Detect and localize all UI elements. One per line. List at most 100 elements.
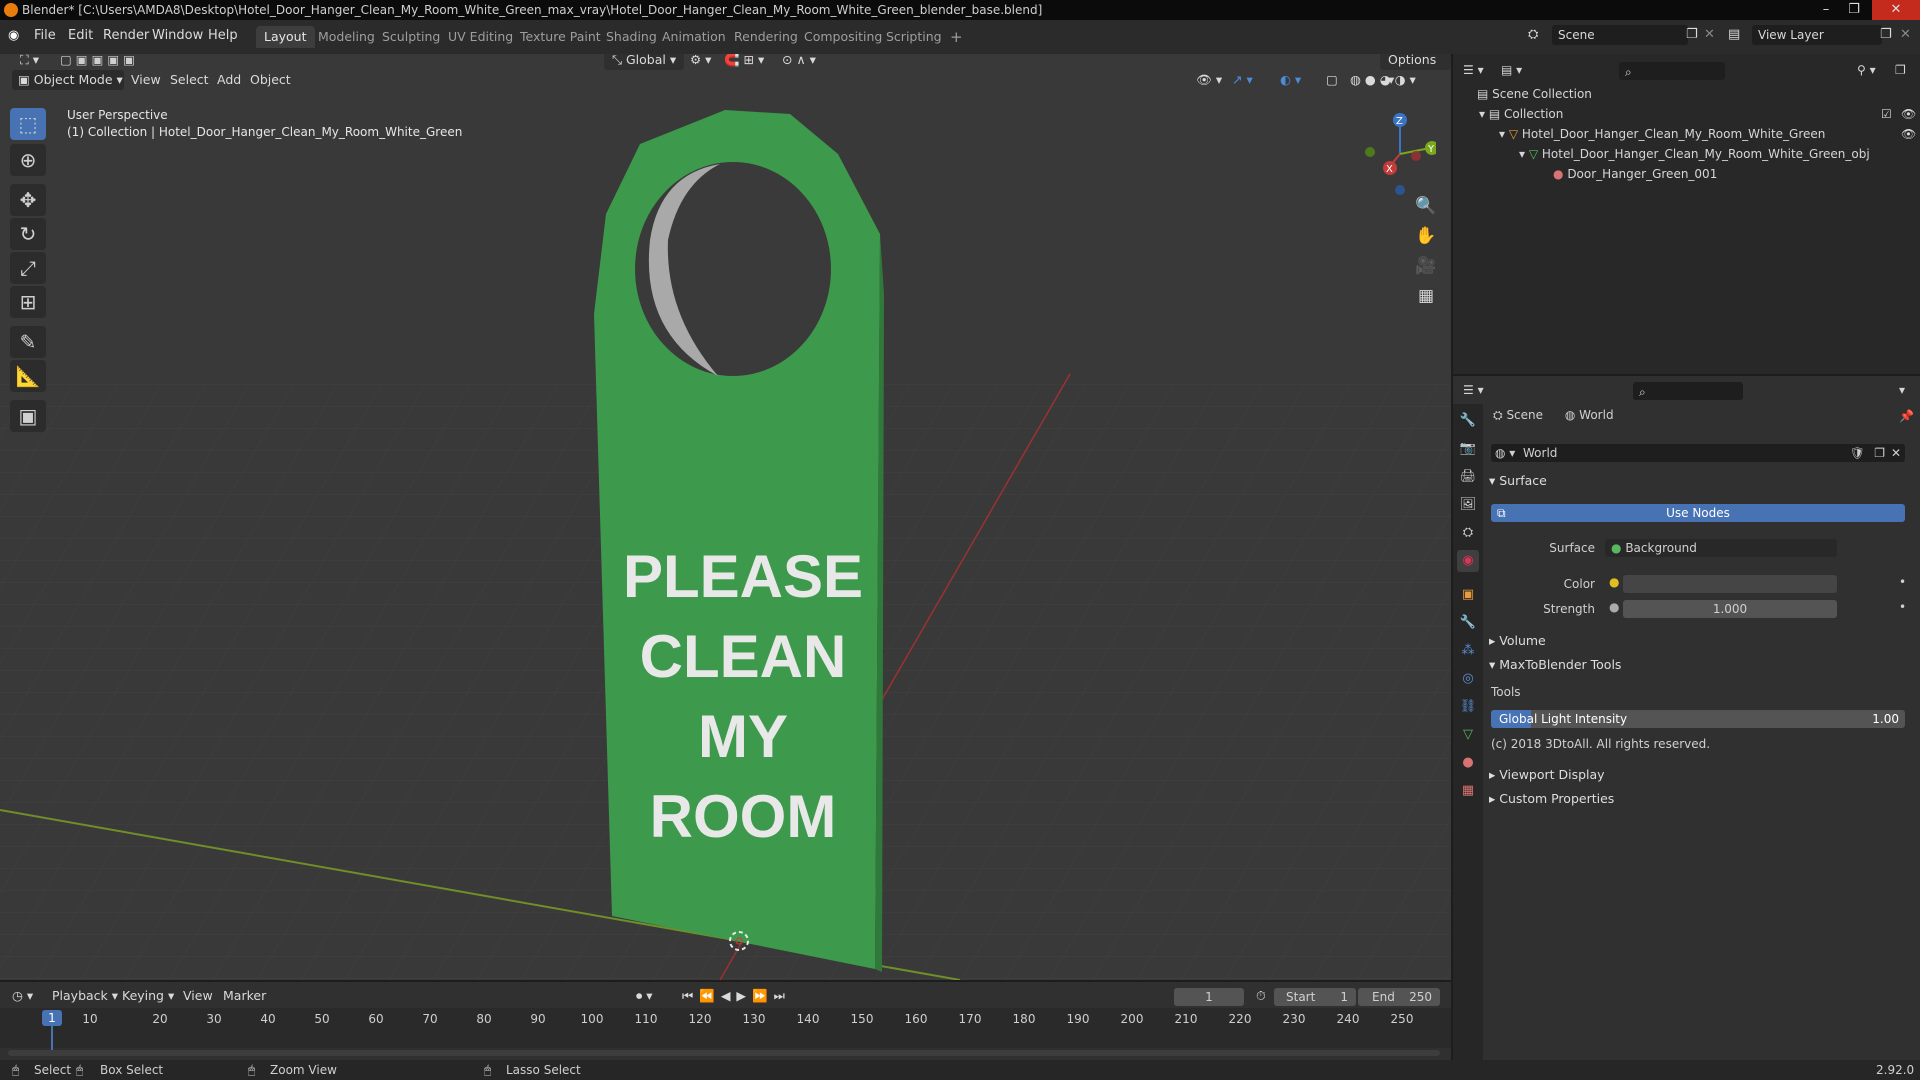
scale-tool[interactable]: ⤢: [10, 252, 46, 284]
surface-shader-field[interactable]: ● Background: [1605, 539, 1837, 557]
blender-menu-icon[interactable]: ◉: [8, 28, 19, 43]
fake-user-icon[interactable]: 🛡: [1850, 444, 1865, 462]
proportional-edit-icon[interactable]: ⊙ ∧ ▾: [782, 54, 816, 70]
outliner-object[interactable]: ▾ ▽ Hotel_Door_Hanger_Clean_My_Room_Whit…: [1499, 124, 1825, 144]
annotate-tool[interactable]: ✎: [10, 326, 46, 358]
modifier-tab-icon[interactable]: 🔧: [1457, 612, 1479, 634]
restore-icon[interactable]: ❐: [1840, 0, 1868, 20]
pin-icon[interactable]: 📌: [1899, 406, 1914, 426]
physics-tab-icon[interactable]: ◎: [1457, 668, 1479, 690]
tab-sculpting[interactable]: Sculpting: [374, 26, 448, 48]
tab-compositing[interactable]: Compositing: [796, 26, 890, 48]
gizmo-icon[interactable]: ↗ ▾: [1232, 70, 1253, 90]
camera-icon[interactable]: 🎥: [1412, 252, 1440, 280]
transform-tool[interactable]: ⊞: [10, 286, 46, 318]
material-tab-icon[interactable]: ●: [1457, 752, 1479, 774]
tab-rendering[interactable]: Rendering: [726, 26, 806, 48]
transform-orientation-selector[interactable]: ⤡ Global ▾: [604, 54, 685, 70]
move-tool[interactable]: ✥: [10, 184, 46, 216]
snap-icon[interactable]: 🧲 ⊞ ▾: [724, 54, 764, 70]
global-light-intensity-slider[interactable]: Global Light Intensity 1.00: [1491, 710, 1905, 728]
surface-panel-header[interactable]: ▾ Surface: [1489, 470, 1547, 492]
outliner-mesh[interactable]: ▾ ▽ Hotel_Door_Hanger_Clean_My_Room_Whit…: [1519, 144, 1870, 164]
delete-scene-icon[interactable]: ✕: [1704, 27, 1715, 42]
shading-mode-icons[interactable]: ◍ ● ◕ ◑ ▾: [1350, 70, 1416, 90]
display-mode-icon[interactable]: ▤ ▾: [1501, 60, 1522, 80]
scene-icon[interactable]: ⛭: [1528, 27, 1538, 42]
mode-selector[interactable]: ▣ Object Mode ▾: [12, 70, 124, 90]
scene-selector[interactable]: Scene: [1552, 25, 1688, 45]
output-tab-icon[interactable]: 🖨: [1457, 466, 1479, 488]
color-keyframe-icon[interactable]: •: [1899, 575, 1906, 589]
timeline-scrollbar[interactable]: [8, 1050, 1440, 1056]
texture-tab-icon[interactable]: ▦: [1457, 780, 1479, 802]
zoom-icon[interactable]: 🔍: [1412, 192, 1440, 220]
outliner-material[interactable]: ● Door_Hanger_Green_001: [1553, 164, 1717, 184]
new-world-icon[interactable]: ❐: [1874, 444, 1885, 462]
world-tab-icon[interactable]: ◉: [1457, 550, 1479, 572]
maxtoblender-panel-header[interactable]: ▾ MaxToBlender Tools: [1489, 654, 1621, 676]
use-nodes-button[interactable]: ⧉ Use Nodes: [1491, 504, 1905, 522]
tab-uv-editing[interactable]: UV Editing: [440, 26, 521, 48]
tab-scripting[interactable]: Scripting: [878, 26, 950, 48]
world-browse-icon[interactable]: ◍ ▾: [1491, 446, 1515, 460]
cursor-tool[interactable]: ⊕: [10, 144, 46, 176]
vp-menu-view[interactable]: View: [131, 70, 161, 90]
timeline-menu-view[interactable]: View: [183, 986, 213, 1006]
navigation-gizmo[interactable]: Z Y X: [1356, 108, 1436, 198]
playback-controls[interactable]: ⏮⏪◀▶⏩⏭: [682, 986, 791, 1006]
view-layer-icon[interactable]: ▤: [1728, 27, 1740, 42]
tab-modeling[interactable]: Modeling: [310, 26, 383, 48]
view-layer-selector[interactable]: View Layer: [1752, 25, 1882, 45]
measure-tool[interactable]: 📐: [10, 360, 46, 392]
xray-icon[interactable]: ▢: [1326, 70, 1338, 90]
options-button[interactable]: Options ▾: [1380, 54, 1451, 87]
outliner-editor-icon[interactable]: ☰ ▾: [1463, 60, 1484, 80]
pan-hand-icon[interactable]: ✋: [1412, 222, 1440, 250]
scene-tab-icon[interactable]: ⛭: [1457, 522, 1479, 544]
timeline-menu-keying[interactable]: Keying ▾: [122, 986, 174, 1006]
object-eye-icon[interactable]: 👁: [1901, 124, 1916, 144]
object-tab-icon[interactable]: ▣: [1457, 584, 1479, 606]
collection-eye-icon[interactable]: 👁: [1901, 104, 1916, 124]
timeline-menu-playback[interactable]: Playback ▾: [52, 986, 118, 1006]
view-layer-tab-icon[interactable]: 🖼: [1457, 494, 1479, 516]
collection-checkbox[interactable]: ☑: [1881, 104, 1892, 124]
constraints-tab-icon[interactable]: ⛓: [1457, 696, 1479, 718]
tab-animation[interactable]: Animation: [654, 26, 734, 48]
rotate-tool[interactable]: ↻: [10, 218, 46, 250]
menu-file[interactable]: File: [34, 28, 56, 43]
tool-tab-icon[interactable]: 🔧: [1457, 410, 1479, 432]
menu-help[interactable]: Help: [208, 28, 238, 43]
vp-menu-add[interactable]: Add: [217, 70, 241, 90]
custom-properties-panel-header[interactable]: ▸ Custom Properties: [1489, 788, 1614, 810]
delete-view-layer-icon[interactable]: ✕: [1900, 27, 1911, 42]
minimize-icon[interactable]: –: [1812, 0, 1840, 20]
pivot-icon[interactable]: ⚙ ▾: [690, 54, 711, 70]
menu-edit[interactable]: Edit: [68, 28, 93, 43]
end-frame-field[interactable]: End 250: [1358, 988, 1440, 1006]
new-scene-icon[interactable]: ❐: [1686, 27, 1698, 42]
new-view-layer-icon[interactable]: ❐: [1880, 27, 1892, 42]
particles-tab-icon[interactable]: ⁂: [1457, 640, 1479, 662]
select-mode-icons[interactable]: ▢ ▣ ▣ ▣ ▣: [60, 54, 135, 70]
timeline-editor-icon[interactable]: ◷ ▾: [12, 986, 33, 1006]
properties-search-input[interactable]: ⌕: [1633, 382, 1743, 400]
close-window-icon[interactable]: ✕: [1872, 0, 1920, 20]
color-swatch[interactable]: [1623, 575, 1837, 593]
data-tab-icon[interactable]: ▽: [1457, 724, 1479, 746]
menu-render[interactable]: Render: [103, 28, 149, 43]
filter-icon[interactable]: ⚲ ▾: [1857, 60, 1876, 80]
unlink-world-icon[interactable]: ✕: [1891, 444, 1901, 462]
tab-layout[interactable]: Layout: [256, 26, 315, 48]
render-tab-icon[interactable]: 📷: [1457, 438, 1479, 460]
start-frame-field[interactable]: Start 1: [1274, 988, 1356, 1006]
auto-keying-icon[interactable]: ⏺ ▾: [636, 986, 653, 1006]
add-workspace-icon[interactable]: +: [942, 26, 971, 48]
perspective-grid-icon[interactable]: ▦: [1412, 282, 1440, 310]
vp-menu-object[interactable]: Object: [250, 70, 291, 90]
menu-window[interactable]: Window: [152, 28, 203, 43]
select-box-tool[interactable]: ⬚: [10, 108, 46, 140]
current-frame-field[interactable]: 1: [1174, 988, 1244, 1006]
overlays-icon[interactable]: ◐ ▾: [1280, 70, 1301, 90]
